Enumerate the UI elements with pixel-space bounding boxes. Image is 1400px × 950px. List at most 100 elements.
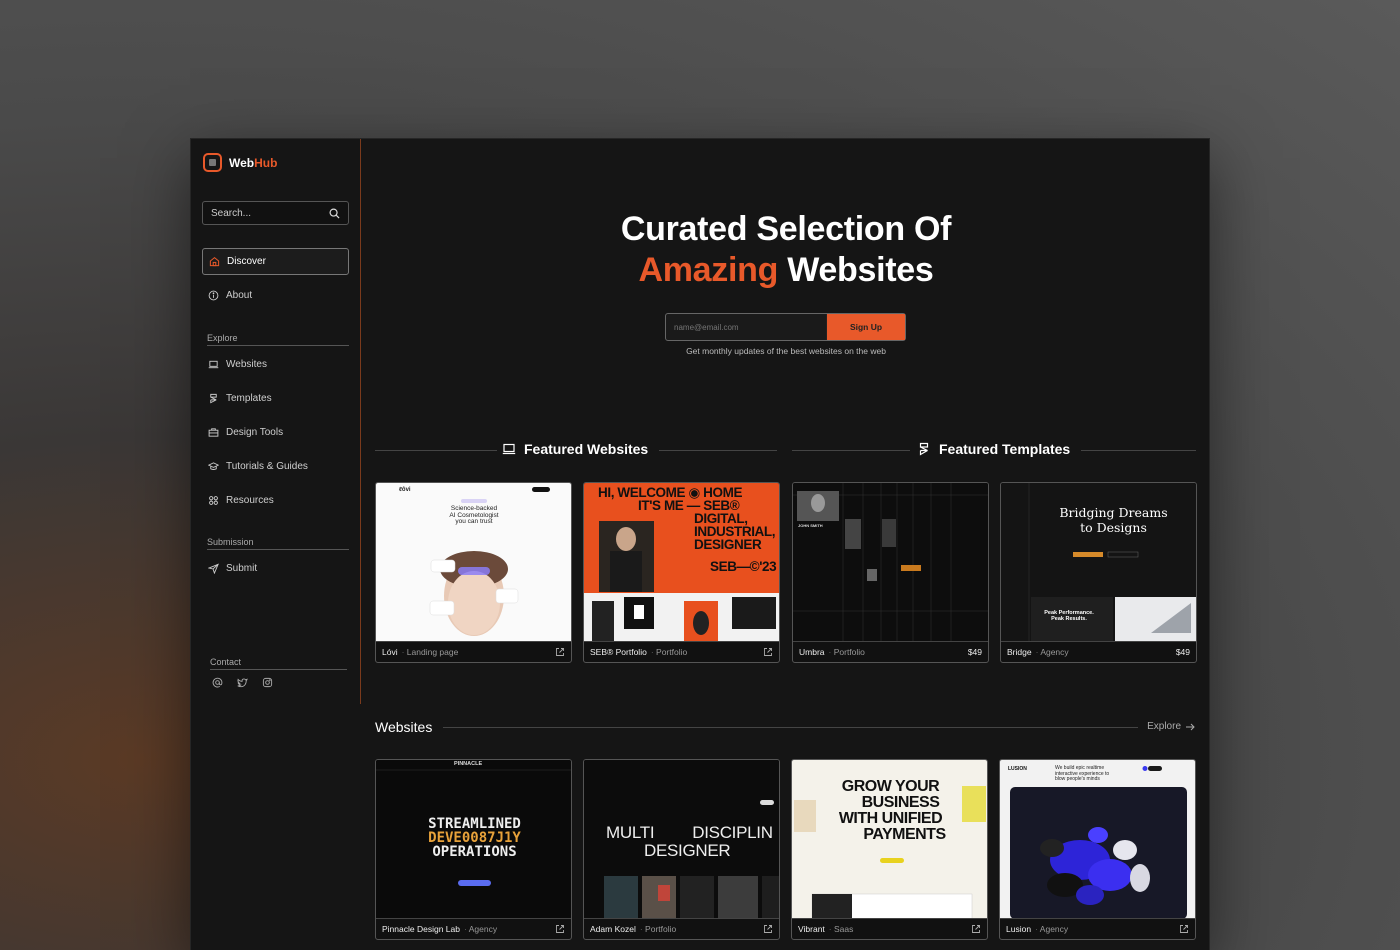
card-title: Umbra [799,647,825,657]
sidebar-item-resources[interactable]: Resources [202,487,349,514]
card-title: Lóvi [382,647,398,657]
sidebar-item-templates[interactable]: Templates [202,385,349,412]
hero-title-accent: Amazing [638,251,779,289]
laptop-icon [208,360,219,369]
explore-link[interactable]: Explore [1147,721,1195,732]
lusion-tagline: We build epic realtime interactive exper… [1055,765,1110,782]
card-title: SEB® Portfolio [590,647,647,657]
featured-card-seb[interactable]: HI, WELCOME ◉ HOME IT'S ME — SEB® DIGITA… [583,482,780,663]
home-icon [209,256,220,267]
card-thumbnail: ℓôvi Science-backed AI Cosmetologist you… [376,483,571,642]
sidebar-item-design-tools[interactable]: Design Tools [202,419,349,446]
website-card-vibrant[interactable]: GROW YOUR BUSINESS WITH UNIFIED PAYMENTS… [791,759,988,940]
external-link-icon[interactable] [971,924,981,934]
divider [659,450,777,451]
card-title: Lusion [1006,924,1032,934]
umbra-name: JOHN SMITH [798,523,823,528]
card-thumbnail: HI, WELCOME ◉ HOME IT'S ME — SEB® DIGITA… [584,483,779,642]
external-link-icon[interactable] [1179,924,1189,934]
sidebar: WebHub Search... Discover About Explore … [191,139,361,704]
card-meta: Lusion Agency [1000,918,1195,939]
section-label-submission: Submission [207,537,349,550]
lusion-preview-graphic [1010,766,1187,919]
sidebar-item-label: Discover [227,256,266,267]
sidebar-item-label: Submit [226,563,258,574]
featured-card-bridge[interactable]: Bridging Dreams to Designs Peak Performa… [1000,482,1197,663]
featured-templates-heading: Featured Templates [917,441,1070,457]
card-thumbnail: LUSION We build epic realtime interactiv… [1000,760,1195,919]
sidebar-item-about[interactable]: About [202,282,349,309]
sidebar-item-label: About [226,290,253,301]
sidebar-item-discover[interactable]: Discover [202,248,349,275]
search-icon[interactable] [329,208,340,219]
card-category: Landing page [402,647,459,657]
info-icon [208,290,219,301]
twitter-icon[interactable] [237,677,248,688]
contact-links [212,677,273,688]
card-category: Saas [829,924,853,934]
graduation-cap-icon [208,462,219,470]
divider [375,450,497,451]
card-category: Portfolio [829,647,865,657]
card-category: Portfolio [651,647,687,657]
hero-title-line1: Curated Selection Of [620,210,952,248]
section-label-explore: Explore [207,333,349,346]
divider [443,727,1138,728]
card-thumbnail: MULTI DISCIPLIN DESIGNER [584,760,779,919]
card-category: Agency [464,924,497,934]
at-sign-icon[interactable] [212,677,223,688]
logo[interactable]: WebHub [203,153,277,172]
search-input[interactable]: Search... [202,201,349,225]
divider [792,450,910,451]
pinnacle-headline: STREAMLINED DEVE0087J1Y OPERATIONS [428,816,521,860]
divider [1081,450,1196,451]
logo-text: WebHub [229,155,278,170]
email-field[interactable] [666,314,826,340]
card-title: Adam Kozel [590,924,636,934]
card-category: Agency [1036,647,1068,657]
card-category: Agency [1035,924,1068,934]
card-thumbnail: Bridging Dreams to Designs Peak Performa… [1001,483,1196,642]
signup-button[interactable]: Sign Up [826,314,905,340]
sidebar-item-websites[interactable]: Websites [202,351,349,378]
card-price: $49 [1175,647,1190,657]
app-window: WebHub Search... Discover About Explore … [190,138,1210,950]
featured-websites-heading: Featured Websites [502,441,648,457]
featured-card-umbra[interactable]: JOHN SMITH Umbra Portfolio $49 [792,482,989,663]
card-meta: Bridge Agency $49 [1001,641,1196,662]
vibrant-headline: GROW YOUR BUSINESS WITH UNIFIED PAYMENTS [838,778,946,843]
website-card-lusion[interactable]: LUSION We build epic realtime interactiv… [999,759,1196,940]
hero-title-rest: Websites [787,251,934,289]
sidebar-item-label: Tutorials & Guides [226,461,308,472]
card-title: Bridge [1007,647,1032,657]
instagram-icon[interactable] [262,677,273,688]
bridge-subheadline: Peak Performance. Peak Results. [1044,610,1094,622]
card-price: $49 [967,647,982,657]
sidebar-item-label: Design Tools [226,427,284,438]
sidebar-item-submit[interactable]: Submit [202,555,349,582]
website-card-adam-kozel[interactable]: MULTIDISCIPLIN DESIGNER Adam Kozel Portf… [583,759,780,940]
hero-title-line2: Amazing Websites [551,250,1021,291]
card-thumbnail: JOHN SMITH [793,483,988,642]
external-link-icon[interactable] [555,924,565,934]
featured-card-lovi[interactable]: ℓôvi Science-backed AI Cosmetologist you… [375,482,572,663]
section-label-contact: Contact [210,657,347,670]
card-category: Portfolio [640,924,676,934]
laptop-icon [502,443,516,455]
card-title: Vibrant [798,924,825,934]
card-thumbnail: GROW YOUR BUSINESS WITH UNIFIED PAYMENTS [792,760,987,919]
sidebar-item-tutorials[interactable]: Tutorials & Guides [202,453,349,480]
arrow-right-icon [1186,723,1195,730]
lovi-headline: Science-backed AI Cosmetologist you can … [449,505,499,525]
external-link-icon[interactable] [763,924,773,934]
external-link-icon[interactable] [763,647,773,657]
send-icon [208,563,219,574]
card-meta: Adam Kozel Portfolio [584,918,779,939]
website-card-pinnacle[interactable]: PINNACLE STREAMLINED DEVE0087J1Y OPERATI… [375,759,572,940]
logo-icon [203,153,222,172]
adam-headline: MULTI DISCIPLIN DESIGNER [606,823,773,860]
card-title: Pinnacle Design Lab [382,924,460,934]
card-meta: Umbra Portfolio $49 [793,641,988,662]
external-link-icon[interactable] [555,647,565,657]
card-meta: SEB® Portfolio Portfolio [584,641,779,662]
